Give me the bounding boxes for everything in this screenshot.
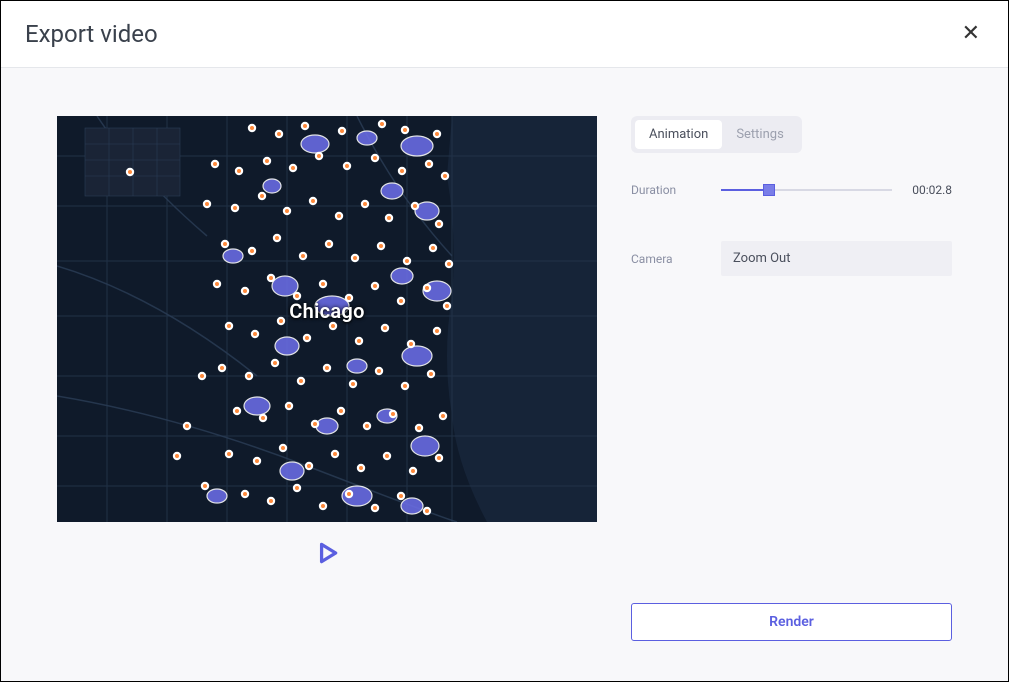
play-button[interactable] <box>314 540 340 570</box>
city-label: Chicago <box>289 299 364 323</box>
duration-value: 00:02.8 <box>904 183 952 197</box>
camera-row: Camera Zoom Out <box>631 241 952 276</box>
export-video-modal: Export video ✕ <box>1 1 1008 681</box>
tab-animation[interactable]: Animation <box>635 120 722 149</box>
modal-header: Export video ✕ <box>1 1 1008 68</box>
camera-select[interactable]: Zoom Out <box>721 241 952 276</box>
modal-body: Chicago Animation Settings Duration <box>1 68 1008 681</box>
slider-fill <box>721 189 769 191</box>
play-row <box>57 522 597 570</box>
duration-row: Duration 00:02.8 <box>631 183 952 197</box>
controls: Duration 00:02.8 Camera Zoom Out <box>631 183 952 276</box>
duration-label: Duration <box>631 183 703 197</box>
preview-column: Chicago <box>57 116 597 641</box>
render-button[interactable]: Render <box>631 603 952 641</box>
tabs: Animation Settings <box>631 116 802 153</box>
play-icon <box>314 540 340 566</box>
slider-thumb[interactable] <box>763 184 775 196</box>
modal-title: Export video <box>25 20 158 48</box>
close-button[interactable]: ✕ <box>958 19 984 49</box>
map-preview: Chicago <box>57 116 597 522</box>
tab-settings[interactable]: Settings <box>722 120 797 149</box>
render-row: Render <box>631 603 952 641</box>
settings-column: Animation Settings Duration 00:02.8 <box>631 116 952 641</box>
duration-slider-wrap: 00:02.8 <box>721 183 952 197</box>
close-icon: ✕ <box>962 21 980 46</box>
camera-label: Camera <box>631 252 703 266</box>
duration-slider[interactable] <box>721 183 892 197</box>
